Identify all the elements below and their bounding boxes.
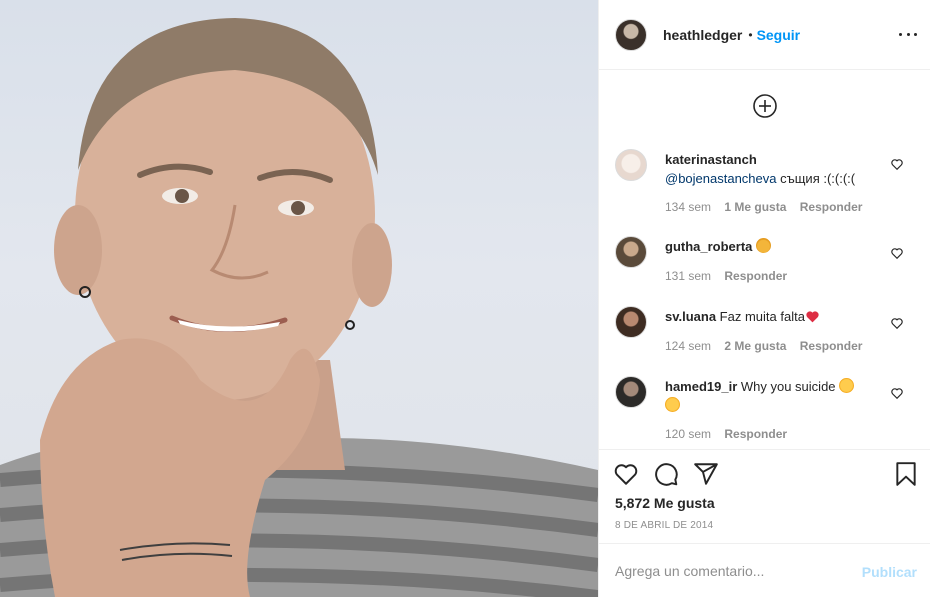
publish-button[interactable]: Publicar — [862, 564, 917, 580]
post-side-panel: heathledger • Seguir katerinastanch @boj… — [598, 0, 930, 597]
header-separator: • — [748, 27, 753, 42]
more-options-icon[interactable] — [899, 26, 917, 42]
comment-meta: 131 sem Responder — [665, 269, 797, 283]
commenter-username[interactable]: sv.luana — [665, 309, 716, 324]
comment-time[interactable]: 120 sem — [665, 427, 711, 441]
comment-content: Faz muita falta — [716, 309, 805, 324]
comment-like-icon[interactable] — [890, 246, 904, 260]
comment-like-icon[interactable] — [890, 386, 904, 400]
author-username[interactable]: heathledger — [663, 27, 742, 43]
comment-composer: Publicar — [599, 543, 930, 597]
comment-time[interactable]: 124 sem — [665, 339, 711, 353]
comment-content: същия :(:(:(:( — [776, 171, 856, 186]
post-container: heathledger • Seguir katerinastanch @boj… — [0, 0, 930, 597]
follow-button[interactable]: Seguir — [757, 27, 801, 43]
comment-like-icon[interactable] — [890, 316, 904, 330]
crying-face-emoji — [665, 397, 680, 412]
commenter-username[interactable]: gutha_roberta — [665, 239, 752, 254]
author-avatar[interactable] — [615, 18, 647, 51]
save-icon[interactable] — [893, 461, 919, 487]
likes-count[interactable]: 5,872 Me gusta — [615, 495, 715, 511]
commenter-username[interactable]: katerinastanch — [665, 152, 757, 167]
commenter-avatar[interactable] — [615, 376, 647, 408]
comment-mention[interactable]: @bojenastancheva — [665, 171, 777, 186]
post-header: heathledger • Seguir — [599, 0, 930, 70]
post-actions: 5,872 Me gusta 8 DE ABRIL DE 2014 — [599, 449, 930, 543]
crying-face-emoji — [839, 378, 855, 393]
comment-time[interactable]: 134 sem — [665, 200, 711, 214]
comment-input[interactable] — [615, 561, 845, 581]
comment-likes[interactable]: 2 Me gusta — [724, 339, 786, 353]
comment-meta: 124 sem 2 Me gusta Responder — [665, 339, 872, 353]
portrait-illustration — [0, 18, 598, 597]
comment-likes[interactable]: 1 Me gusta — [724, 200, 786, 214]
commenter-avatar[interactable] — [615, 149, 647, 181]
heart-icon[interactable] — [613, 461, 639, 487]
comment-meta: 120 sem Responder — [665, 427, 797, 441]
reply-button[interactable]: Responder — [800, 200, 863, 214]
commenter-avatar[interactable] — [615, 236, 647, 268]
comment-time[interactable]: 131 sem — [665, 269, 711, 283]
post-photo[interactable] — [0, 0, 598, 597]
comment-like-icon[interactable] — [890, 157, 904, 171]
comment-icon[interactable] — [653, 461, 679, 487]
comment-content: Why you suicide — [737, 379, 836, 394]
share-icon[interactable] — [693, 461, 719, 487]
cat-emoji — [756, 238, 772, 253]
post-date[interactable]: 8 DE ABRIL DE 2014 — [615, 520, 713, 531]
comment-meta: 134 sem 1 Me gusta Responder — [665, 200, 872, 214]
commenter-avatar[interactable] — [615, 306, 647, 338]
comment-text: sv.luana Faz muita falta — [665, 307, 885, 326]
comment-text: gutha_roberta — [665, 237, 885, 256]
reply-button[interactable]: Responder — [724, 269, 787, 283]
reply-button[interactable]: Responder — [724, 427, 787, 441]
plus-circle-icon[interactable] — [752, 93, 778, 119]
reply-button[interactable]: Responder — [800, 339, 863, 353]
commenter-username[interactable]: hamed19_ir — [665, 379, 737, 394]
comment-text: katerinastanch @bojenastancheva същия :(… — [665, 150, 885, 188]
heart-emoji — [806, 311, 819, 323]
comment-text: hamed19_ir Why you suicide — [665, 377, 885, 415]
